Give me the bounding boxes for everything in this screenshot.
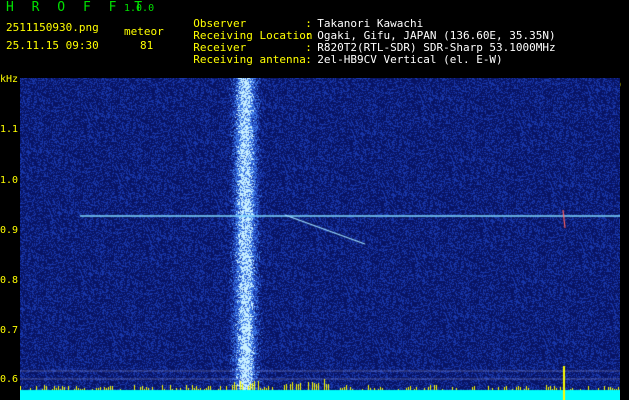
info-value: 2el-HB9CV Vertical (el. E-W) [317, 53, 503, 66]
mode-label: meteor [124, 25, 164, 38]
meteor-count: 81 [140, 39, 154, 52]
app-version: 1.0.0 [124, 3, 155, 14]
datetime: 25.11.15 09:30 [6, 39, 99, 52]
y-axis-unit: kHz [0, 74, 19, 85]
y-tick-label: 0.6 [0, 374, 19, 385]
y-tick-label: 1.0 [0, 175, 19, 186]
spectrogram-waterfall [20, 78, 620, 400]
file-name: 2511150930.png [6, 21, 99, 34]
y-tick-label: 0.7 [0, 325, 19, 336]
y-tick-label: 0.8 [0, 275, 19, 286]
info-sep: : [305, 53, 312, 66]
info-key: Receiving antenna [193, 53, 306, 66]
info-row-antenna: Receiving antenna: 2el-HB9CV Vertical (el… [180, 42, 503, 66]
y-tick-label: 0.9 [0, 225, 19, 236]
y-tick-label: 1.1 [0, 124, 19, 135]
